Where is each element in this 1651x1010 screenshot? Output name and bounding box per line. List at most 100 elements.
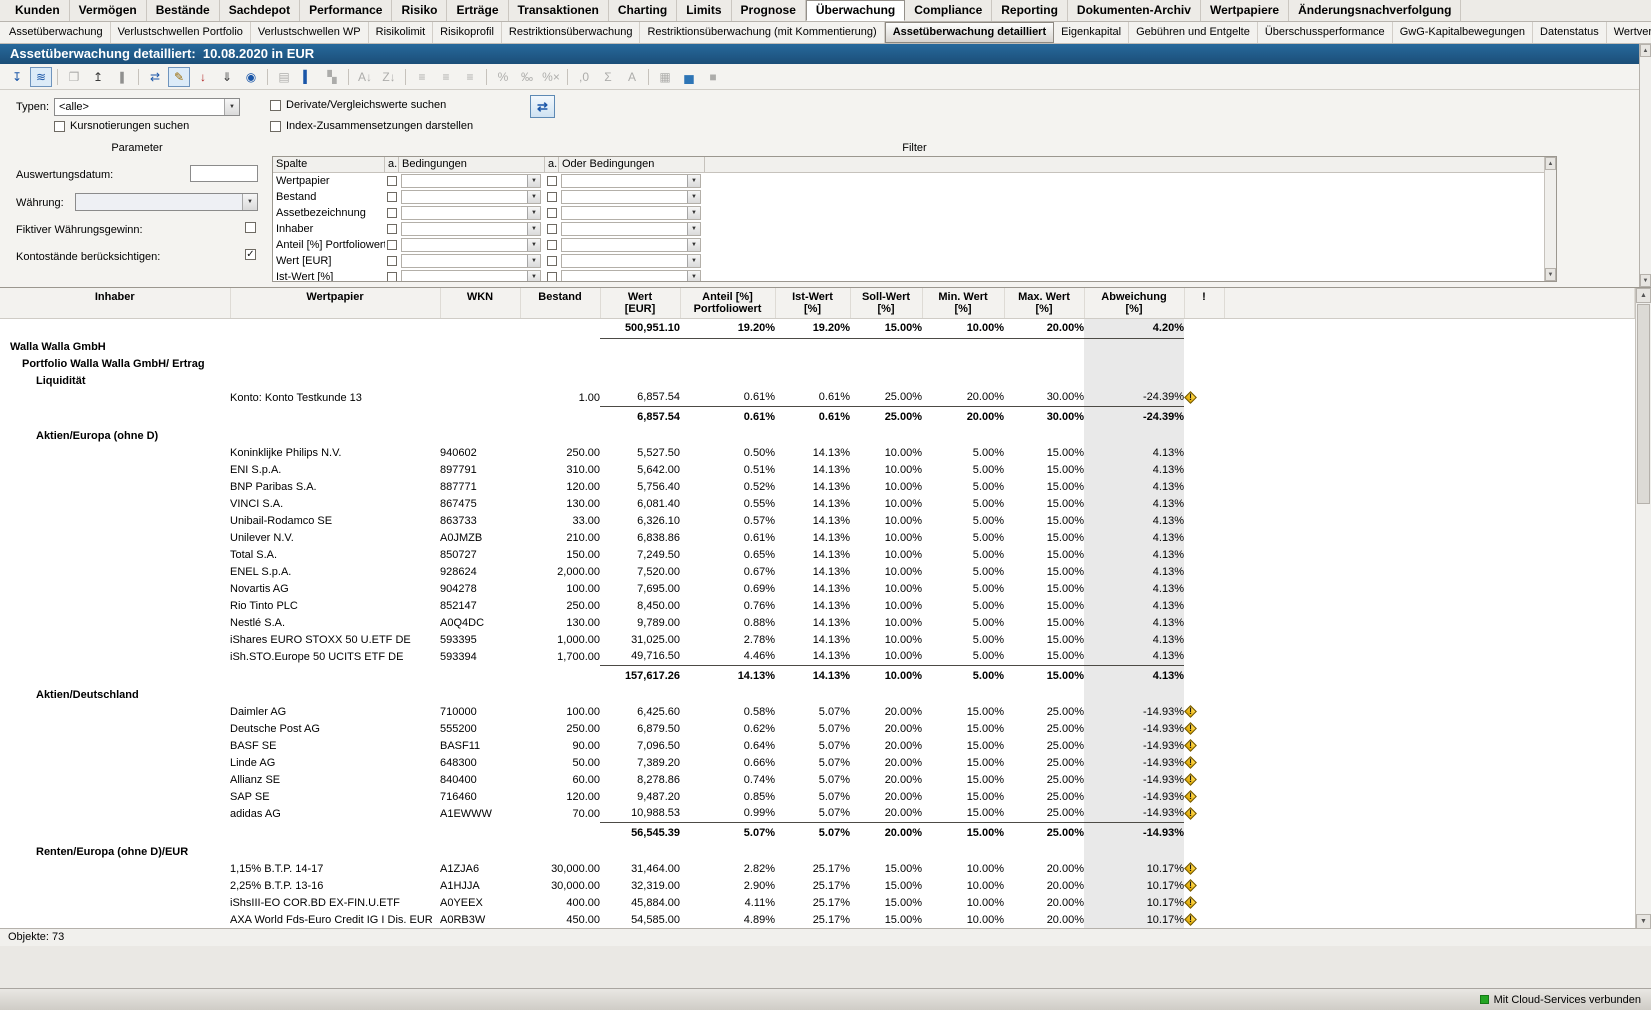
col-header-soll[interactable]: Soll-Wert[%] — [850, 288, 922, 318]
oder-bedingungen-combo[interactable]: ▼ — [561, 270, 701, 282]
fiktiver-waehrungsgewinn-checkbox[interactable] — [245, 222, 256, 233]
or-checkbox[interactable] — [547, 192, 557, 202]
index-checkbox[interactable] — [270, 121, 281, 132]
chevron-down-icon[interactable]: ▼ — [527, 207, 540, 219]
col-header-anteil[interactable]: Anteil [%]Portfoliowert — [680, 288, 775, 318]
menu-item-best-nde[interactable]: Bestände — [147, 0, 220, 21]
export-down-icon[interactable]: ⇓ — [216, 67, 238, 87]
security-row[interactable]: Koninklijke Philips N.V.940602250.005,52… — [0, 444, 1635, 461]
export-report-icon[interactable]: ↧ — [6, 67, 28, 87]
or-checkbox[interactable] — [547, 240, 557, 250]
chevron-down-icon[interactable]: ▼ — [242, 194, 257, 210]
col-header-bestand[interactable]: Bestand — [520, 288, 600, 318]
bedingungen-combo[interactable]: ▼ — [401, 190, 541, 204]
form-scrollbar[interactable]: ▲ ▼ — [1639, 44, 1651, 287]
security-row[interactable]: adidas AGA1EWWW70.0010,988.530.99%5.07%2… — [0, 805, 1635, 822]
oder-bedingungen-combo[interactable]: ▼ — [561, 190, 701, 204]
security-row[interactable]: Novartis AG904278100.007,695.000.69%14.1… — [0, 580, 1635, 597]
scroll-thumb[interactable] — [1637, 304, 1650, 504]
scroll-down-button[interactable]: ▼ — [1636, 914, 1651, 928]
security-row[interactable]: iShsIII-EO COR.BD EX-FIN.U.ETFA0YEEX400.… — [0, 894, 1635, 911]
and-checkbox[interactable] — [387, 240, 397, 250]
subtab-asset-berwachung[interactable]: Assetüberwachung — [2, 22, 111, 43]
col-header-min[interactable]: Min. Wert[%] — [922, 288, 1004, 318]
edit-marker-icon[interactable]: ✎ — [168, 67, 190, 87]
and-checkbox[interactable] — [387, 224, 397, 234]
filter-grid-col-header-2[interactable]: Bedingungen — [399, 157, 545, 172]
security-row[interactable]: BASF SEBASF1190.007,096.500.64%5.07%20.0… — [0, 737, 1635, 754]
download-icon[interactable]: ↓ — [192, 67, 214, 87]
or-checkbox[interactable] — [547, 256, 557, 266]
security-row[interactable]: Daimler AG710000100.006,425.600.58%5.07%… — [0, 703, 1635, 720]
menu-item-wertpapiere[interactable]: Wertpapiere — [1201, 0, 1289, 21]
security-row[interactable]: Linde AG64830050.007,389.200.66%5.07%20.… — [0, 754, 1635, 771]
table-scrollbar[interactable]: ▲ ▼ — [1635, 288, 1651, 928]
kontostaende-checkbox[interactable]: ✓ — [245, 249, 256, 260]
menu-item-risiko[interactable]: Risiko — [392, 0, 447, 21]
menu-item-prognose[interactable]: Prognose — [732, 0, 806, 21]
kursnotierungen-checkbox-field[interactable]: Kursnotierungen suchen — [54, 120, 189, 132]
col-header-wkn[interactable]: WKN — [440, 288, 520, 318]
scroll-up-button[interactable]: ▲ — [1636, 288, 1651, 303]
subtab-restriktions-berwachung[interactable]: Restriktionsüberwachung — [502, 22, 641, 43]
auswertungsdatum-input[interactable] — [190, 165, 258, 182]
chevron-down-icon[interactable]: ▼ — [687, 239, 700, 251]
column-layout-icon[interactable]: ∥ — [111, 67, 133, 87]
security-row[interactable]: Unilever N.V.A0JMZB210.006,838.860.61%14… — [0, 529, 1635, 546]
security-row[interactable]: Nestlé S.A.A0Q4DC130.009,789.000.88%14.1… — [0, 614, 1635, 631]
filter-grid-col-header-3[interactable]: a.. — [545, 157, 559, 172]
scroll-down-button[interactable]: ▼ — [1545, 268, 1556, 281]
security-row[interactable]: iShares EURO STOXX 50 U.ETF DE5933951,00… — [0, 631, 1635, 648]
and-checkbox[interactable] — [387, 256, 397, 266]
chevron-down-icon[interactable]: ▼ — [527, 271, 540, 282]
bedingungen-combo[interactable]: ▼ — [401, 206, 541, 220]
export-up-icon[interactable]: ↥ — [87, 67, 109, 87]
chevron-down-icon[interactable]: ▼ — [687, 255, 700, 267]
chevron-down-icon[interactable]: ▼ — [224, 99, 239, 115]
and-checkbox[interactable] — [387, 272, 397, 282]
subtab-risikoprofil[interactable]: Risikoprofil — [433, 22, 502, 43]
bedingungen-combo[interactable]: ▼ — [401, 270, 541, 282]
oder-bedingungen-combo[interactable]: ▼ — [561, 238, 701, 252]
security-row[interactable]: Deutsche Post AG555200250.006,879.500.62… — [0, 720, 1635, 737]
col-header-inhaber[interactable]: Inhaber — [0, 288, 230, 318]
typen-select[interactable]: <alle> ▼ — [54, 98, 240, 116]
filter-grid-scrollbar[interactable]: ▲ ▼ — [1544, 157, 1556, 281]
chevron-down-icon[interactable]: ▼ — [527, 175, 540, 187]
security-row[interactable]: 2,25% B.T.P. 13-16A1HJJA30,000.0032,319.… — [0, 877, 1635, 894]
refresh-button[interactable]: ⇄ — [530, 95, 555, 118]
scroll-up-button[interactable]: ▲ — [1545, 157, 1556, 170]
menu-item-dokumenten-archiv[interactable]: Dokumenten-Archiv — [1068, 0, 1201, 21]
subtab-verlustschwellen-wp[interactable]: Verlustschwellen WP — [251, 22, 369, 43]
security-row[interactable]: SAP SE716460120.009,487.200.85%5.07%20.0… — [0, 788, 1635, 805]
menu-item-nderungsnachverfolgung[interactable]: Änderungsnachverfolgung — [1289, 0, 1461, 21]
oder-bedingungen-combo[interactable]: ▼ — [561, 174, 701, 188]
or-checkbox[interactable] — [547, 224, 557, 234]
filter-grid-col-header-4[interactable]: Oder Bedingungen — [559, 157, 705, 172]
chevron-down-icon[interactable]: ▼ — [527, 191, 540, 203]
chevron-down-icon[interactable]: ▼ — [527, 239, 540, 251]
subtab-berschussperformance[interactable]: Überschussperformance — [1258, 22, 1393, 43]
subtab-datenstatus[interactable]: Datenstatus — [1533, 22, 1607, 43]
chart-bar-icon[interactable]: ▅ — [678, 67, 700, 87]
menu-item-charting[interactable]: Charting — [609, 0, 677, 21]
chevron-down-icon[interactable]: ▼ — [687, 223, 700, 235]
subtab-eigenkapital[interactable]: Eigenkapital — [1054, 22, 1129, 43]
scroll-down-button[interactable]: ▼ — [1640, 274, 1651, 287]
filter-grid-col-header-1[interactable]: a.. — [385, 157, 399, 172]
menu-item-limits[interactable]: Limits — [677, 0, 731, 21]
security-row[interactable]: Total S.A.850727150.007,249.500.65%14.13… — [0, 546, 1635, 563]
chevron-down-icon[interactable]: ▼ — [527, 255, 540, 267]
subtab-asset-berwachung-detailliert[interactable]: Assetüberwachung detailliert — [885, 22, 1054, 43]
derivate-checkbox-field[interactable]: Derivate/Vergleichswerte suchen — [270, 99, 446, 111]
menu-item-sachdepot[interactable]: Sachdepot — [220, 0, 300, 21]
scroll-up-button[interactable]: ▲ — [1640, 44, 1651, 57]
waehrung-select[interactable]: ▼ — [75, 193, 258, 211]
security-row[interactable]: iSh.STO.Europe 50 UCITS ETF DE5933941,70… — [0, 648, 1635, 665]
or-checkbox[interactable] — [547, 272, 557, 282]
bar-view-icon[interactable]: ▍ — [297, 67, 319, 87]
chevron-down-icon[interactable]: ▼ — [687, 175, 700, 187]
col-header-max[interactable]: Max. Wert[%] — [1004, 288, 1084, 318]
menu-item-kunden[interactable]: Kunden — [6, 0, 70, 21]
col-header-warn[interactable]: ! — [1184, 288, 1224, 318]
